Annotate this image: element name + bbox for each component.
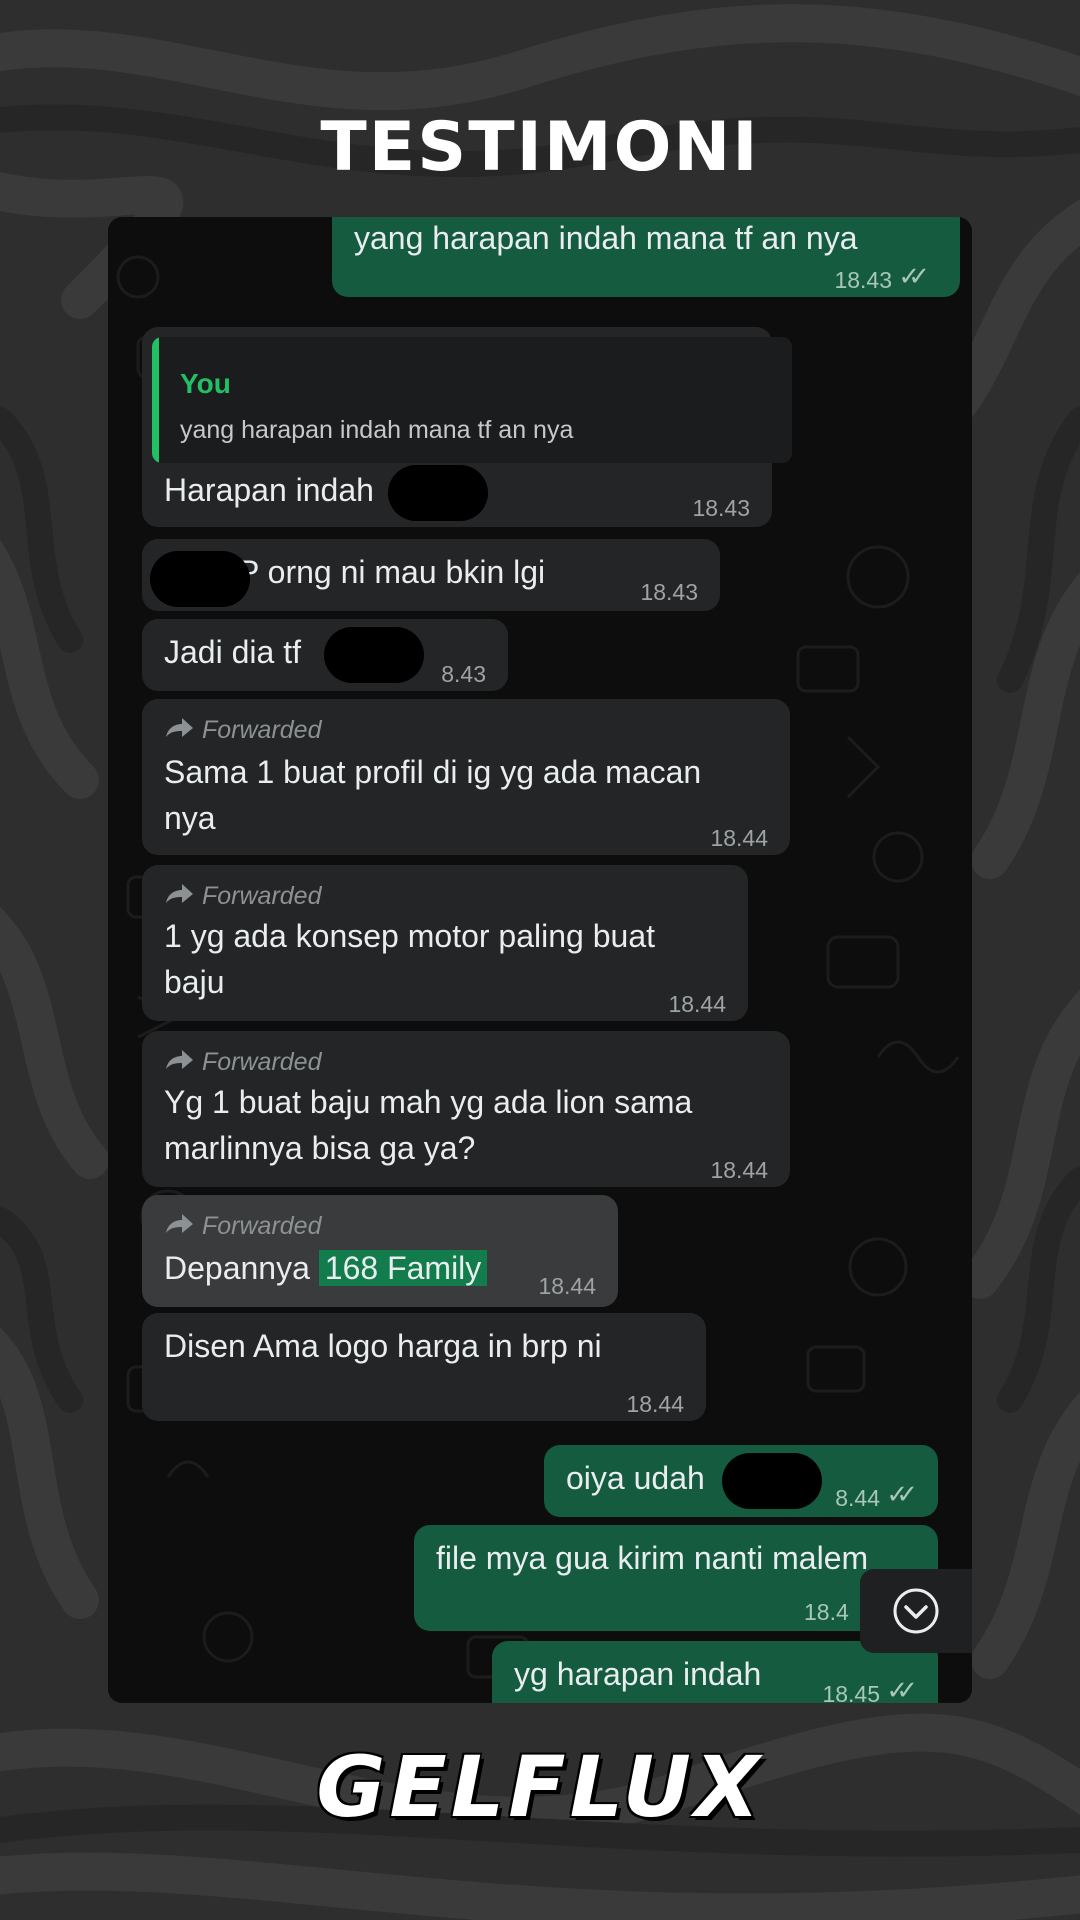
- message-text: Jadi dia tf: [164, 634, 301, 670]
- message-outgoing[interactable]: yang harapan indah mana tf an nya 18.43 …: [332, 217, 960, 297]
- message-time: 18.44: [710, 1157, 768, 1183]
- message-time: 18.44: [626, 1391, 684, 1417]
- message-time: 18.43: [834, 267, 892, 293]
- search-highlight: 168 Family: [318, 1250, 488, 1286]
- forward-arrow-icon: [166, 884, 193, 903]
- redaction-mark: [722, 1453, 822, 1509]
- message-incoming-forwarded[interactable]: Forwarded Sama 1 buat profil di ig yg ad…: [142, 699, 790, 855]
- message-text-line: Yg 1 buat baju mah yg ada lion sama: [164, 1084, 693, 1120]
- message-time: 18.43: [692, 495, 750, 521]
- message-text: yg harapan indah: [514, 1656, 762, 1692]
- message-text: file mya gua kirim nanti malem: [436, 1540, 869, 1576]
- message-time: 18.45: [822, 1681, 880, 1703]
- message-incoming[interactable]: Jadi dia tf 8.43: [142, 619, 508, 691]
- message-time: 18.43: [640, 579, 698, 605]
- message-text: yang harapan indah mana tf an nya: [354, 220, 858, 256]
- message-incoming-forwarded[interactable]: Forwarded Yg 1 buat baju mah yg ada lion…: [142, 1031, 790, 1187]
- message-incoming[interactable]: P orng ni mau bkin lgi 18.43: [142, 539, 720, 611]
- message-text-line: nya: [164, 800, 216, 836]
- redaction-mark: [388, 465, 488, 521]
- message-text-line: 1 yg ada konsep motor paling buat: [164, 918, 655, 954]
- message-text-line: Sama 1 buat profil di ig yg ada macan: [164, 754, 702, 790]
- message-time: 18.44: [668, 991, 726, 1017]
- message-text: P orng ni mau bkin lgi: [238, 554, 546, 590]
- message-time: 18.44: [710, 825, 768, 851]
- message-text-line: marlinnya bisa ga ya?: [164, 1130, 476, 1166]
- brand-logo: GELFLUX: [316, 1738, 764, 1836]
- double-check-icon: ✓✓: [886, 1675, 917, 1703]
- forward-arrow-icon: [166, 718, 193, 737]
- chat-screenshot: GELFLUX yang harapan indah mana tf an ny…: [108, 217, 972, 1703]
- quoted-message[interactable]: You yang harapan indah mana tf an nya: [152, 337, 792, 463]
- chevron-down-circle-icon: [893, 1588, 939, 1634]
- message-text: Disen Ama logo harga in brp ni: [164, 1328, 602, 1364]
- message-outgoing[interactable]: oiya udah 8.44 ✓✓: [544, 1445, 938, 1517]
- message-time: 8.43: [441, 661, 486, 687]
- double-check-icon: ✓✓: [898, 261, 929, 291]
- forwarded-label: Forwarded: [202, 716, 322, 744]
- message-text: oiya udah: [566, 1460, 705, 1496]
- message-text-main: Depannya: [164, 1250, 310, 1286]
- message-incoming-forwarded-selected[interactable]: Forwarded Depannya 168 Family 18.44: [142, 1195, 618, 1307]
- scroll-to-bottom-button[interactable]: [860, 1569, 972, 1653]
- message-incoming-forwarded[interactable]: Forwarded 1 yg ada konsep motor paling b…: [142, 865, 748, 1021]
- quote-text: yang harapan indah mana tf an nya: [180, 416, 574, 444]
- quote-accent-bar: [152, 337, 159, 463]
- forwarded-label: Forwarded: [202, 1212, 322, 1240]
- message-time: 18.44: [538, 1273, 596, 1299]
- double-check-icon: ✓✓: [886, 1479, 917, 1509]
- message-text-line: baju: [164, 964, 225, 1000]
- message-time: 18.4: [804, 1599, 849, 1625]
- quote-author: You: [180, 368, 231, 399]
- message-text: Depannya 168 Family: [164, 1245, 488, 1291]
- page-title: TESTIMONI: [320, 108, 760, 187]
- message-incoming[interactable]: Disen Ama logo harga in brp ni 18.44: [142, 1313, 706, 1421]
- message-text: Harapan indah: [164, 472, 374, 508]
- redaction-mark: [324, 627, 424, 683]
- redaction-mark: [150, 551, 250, 607]
- forward-arrow-icon: [166, 1050, 193, 1069]
- message-incoming-reply[interactable]: You yang harapan indah mana tf an nya Ha…: [142, 327, 792, 527]
- message-time: 8.44: [835, 1485, 880, 1511]
- forward-arrow-icon: [166, 1214, 193, 1233]
